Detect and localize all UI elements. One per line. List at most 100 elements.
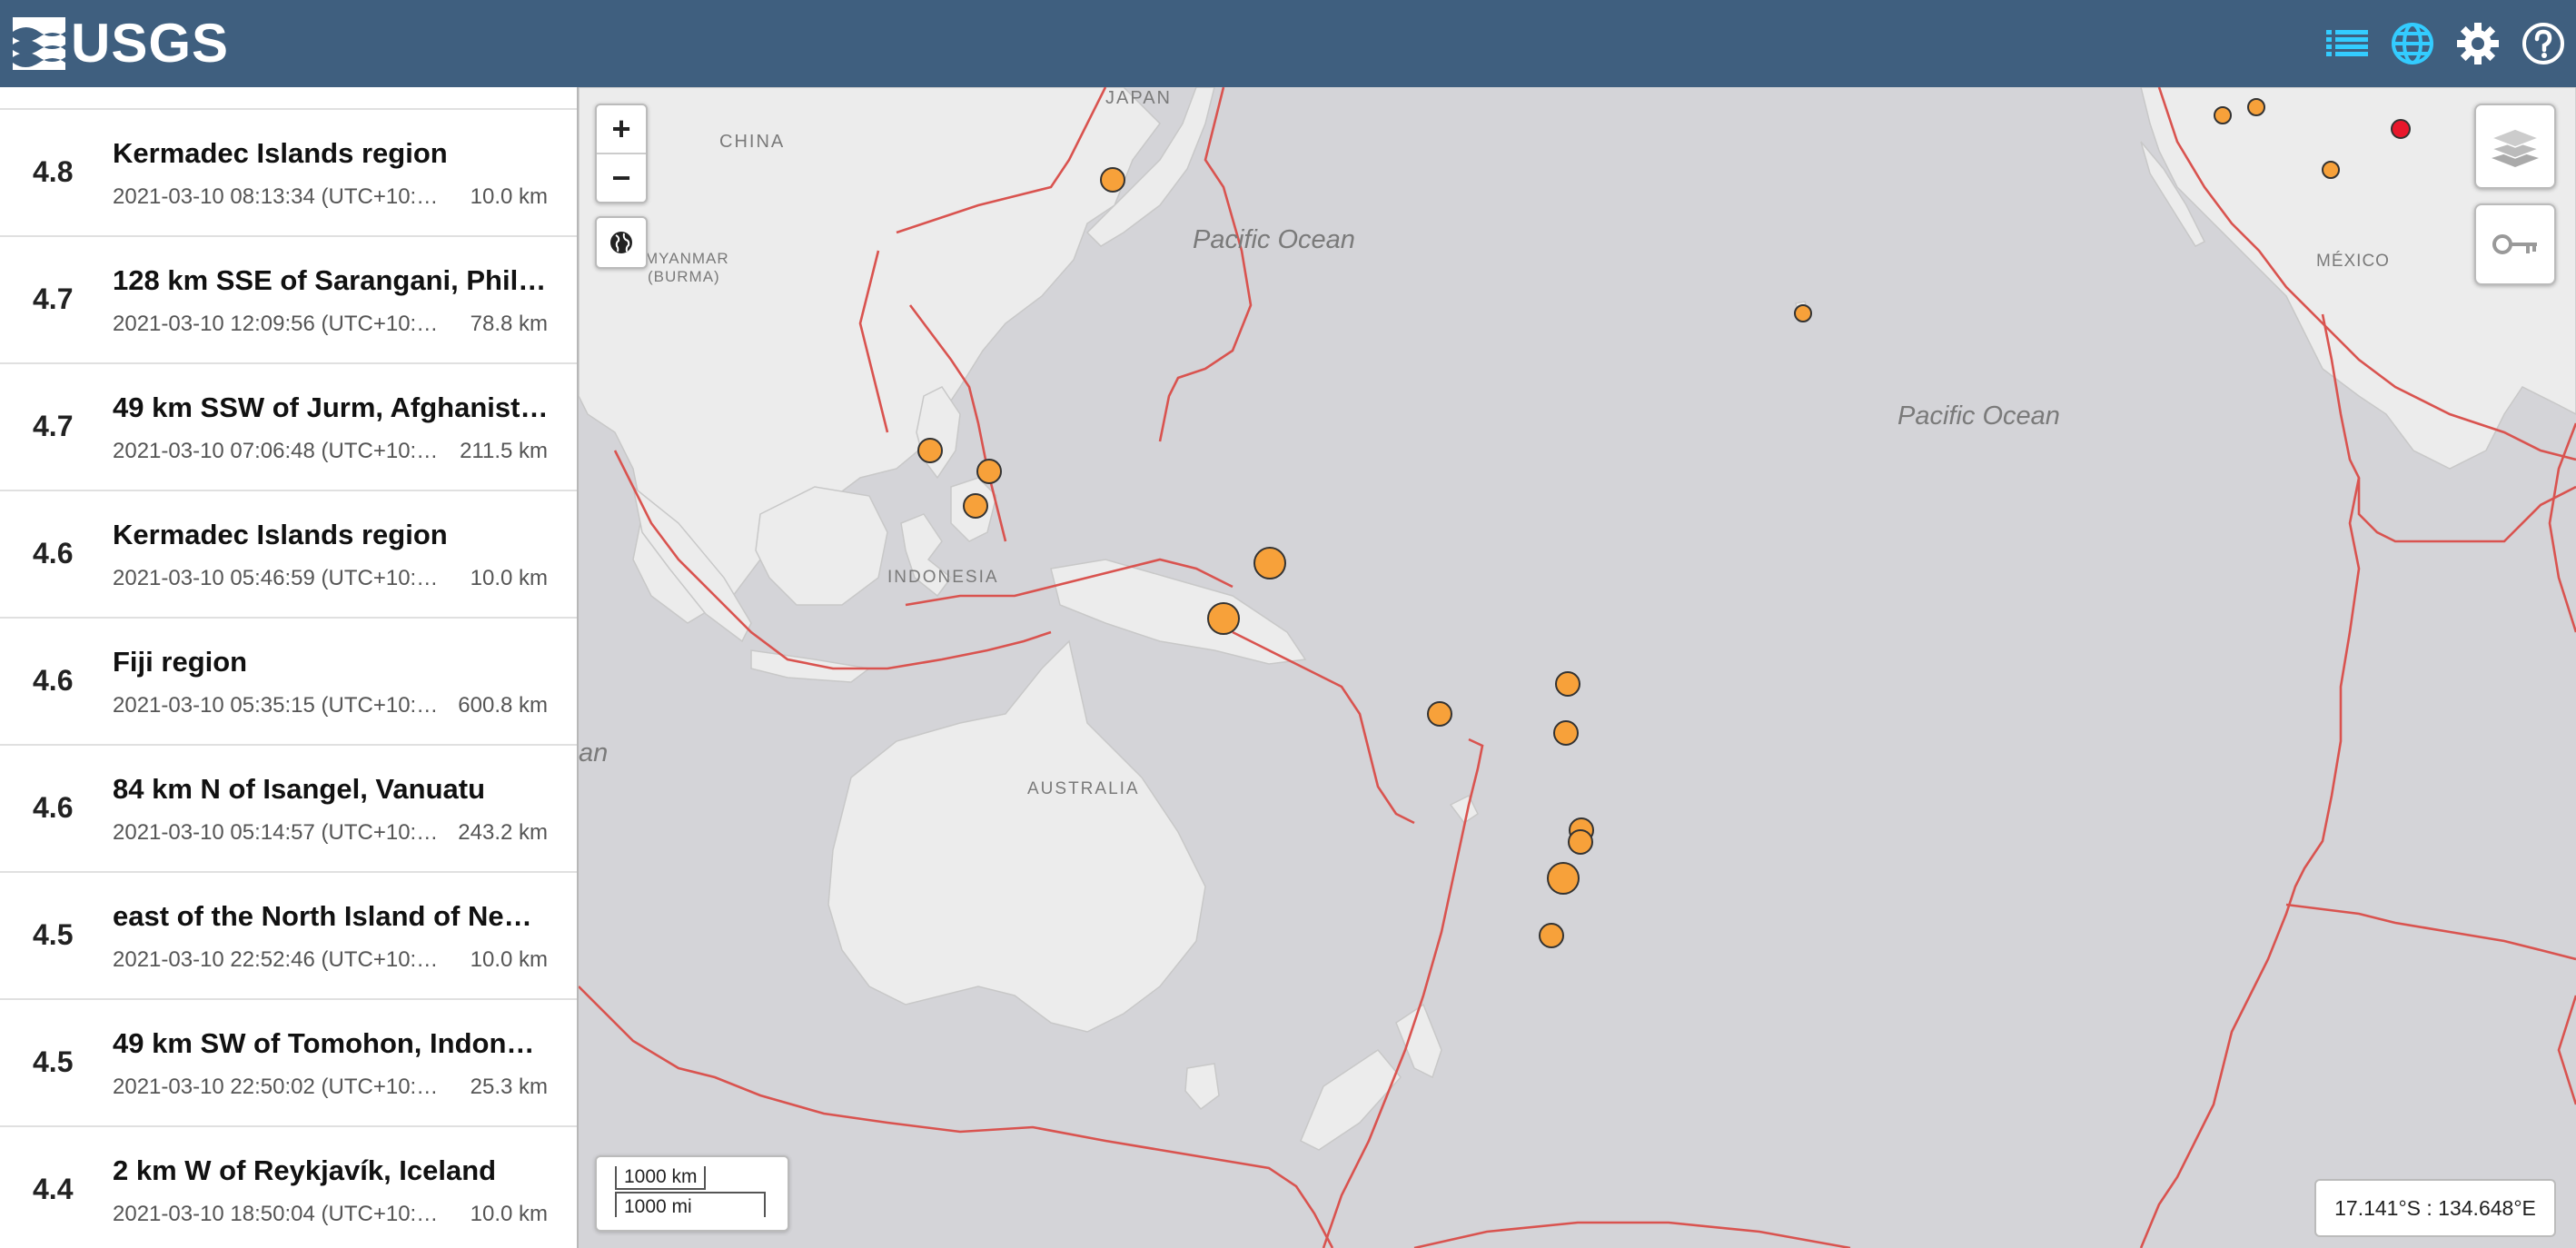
earthquake-marker[interactable] bbox=[2247, 98, 2265, 116]
label-mexico: MÉXICO bbox=[2316, 252, 2390, 271]
earthquake-magnitude: 4.6 bbox=[33, 664, 74, 697]
earthquake-magnitude: 4.6 bbox=[33, 537, 74, 570]
earthquake-marker[interactable] bbox=[1100, 167, 1125, 193]
layers-button[interactable] bbox=[2474, 104, 2556, 189]
earthquake-depth: 600.8 km bbox=[458, 693, 548, 718]
earthquake-marker[interactable] bbox=[1207, 602, 1240, 635]
earthquake-list-item[interactable]: 4.7 49 km SSW of Jurm, Afghanistan 2021-03… bbox=[0, 364, 577, 491]
earthquake-depth: 10.0 km bbox=[470, 947, 548, 972]
earthquake-time: 2021-03-10 18:50:04 (UTC+10:00) bbox=[113, 1202, 444, 1226]
earthquake-place: 2 km W of Reykjavík, Iceland bbox=[113, 1154, 497, 1186]
usgs-logo[interactable]: USGS bbox=[13, 13, 229, 74]
earthquake-time: 2021-03-10 08:13:34 (UTC+10:00) bbox=[113, 184, 444, 209]
header-bar: USGS bbox=[0, 0, 2576, 87]
earthquake-list[interactable]: 4.8 Kermadec Islands region 2021-03-10 08:… bbox=[0, 87, 579, 1248]
earthquake-magnitude: 4.7 bbox=[33, 282, 74, 315]
earthquake-depth: 10.0 km bbox=[470, 184, 548, 209]
earthquake-marker-recent[interactable] bbox=[2391, 119, 2411, 139]
label-ocean-partial: an bbox=[579, 738, 608, 768]
australia-land bbox=[827, 639, 1206, 1033]
zoom-control: + − bbox=[595, 104, 648, 203]
label-indonesia: INDONESIA bbox=[887, 568, 999, 587]
earthquake-place: Fiji region bbox=[113, 646, 248, 678]
tasmania-land bbox=[1184, 1063, 1220, 1111]
landmasses bbox=[579, 87, 2576, 1151]
earthquake-time: 2021-03-10 05:14:57 (UTC+10:00) bbox=[113, 820, 444, 845]
earthquake-marker[interactable] bbox=[1539, 923, 1564, 948]
earthquake-depth: 25.3 km bbox=[470, 1075, 548, 1099]
key-icon bbox=[2492, 234, 2537, 254]
earthquake-time: 2021-03-10 22:50:02 (UTC+10:00) bbox=[113, 1075, 444, 1099]
earthquake-depth: 78.8 km bbox=[470, 312, 548, 336]
earthquake-marker[interactable] bbox=[963, 493, 988, 519]
earthquake-marker[interactable] bbox=[1794, 304, 1812, 322]
scale-km: 1000 km bbox=[615, 1166, 706, 1190]
earthquake-list-item[interactable]: 4.7 128 km SSE of Sarangani, Philippines 2… bbox=[0, 237, 577, 364]
pacific-nazca-boundary bbox=[2285, 903, 2576, 961]
map-view[interactable]: CHINA JAPAN MYANMAR (BURMA) INDONESIA AU… bbox=[579, 87, 2576, 1248]
earthquake-list-item[interactable]: 4.4 2 km W of Reykjavík, Iceland 2021-03-1… bbox=[0, 1127, 577, 1248]
earthquake-place: Kermadec Islands region bbox=[113, 519, 448, 550]
gear-icon[interactable] bbox=[2445, 0, 2511, 87]
label-pacific-ocean-2: Pacific Ocean bbox=[1897, 401, 2060, 431]
earthquake-magnitude: 4.5 bbox=[33, 1045, 74, 1078]
earthquake-marker[interactable] bbox=[1253, 547, 1286, 579]
earthquake-magnitude: 4.4 bbox=[33, 1173, 74, 1205]
earthquake-place: east of the North Island of New Zealand bbox=[113, 900, 549, 932]
boundary-east-edge-2 bbox=[2557, 995, 2576, 1105]
earthquake-list-item[interactable]: 4.6 84 km N of Isangel, Vanuatu 2021-03-10… bbox=[0, 746, 577, 873]
earthquake-place: 49 km SW of Tomohon, Indonesia bbox=[113, 1027, 549, 1059]
earthquake-marker[interactable] bbox=[2214, 106, 2232, 124]
label-myanmar: MYANMAR bbox=[645, 250, 729, 267]
earthquake-marker[interactable] bbox=[1568, 829, 1593, 855]
earthquake-time: 2021-03-10 05:35:15 (UTC+10:00) bbox=[113, 693, 444, 718]
earthquake-magnitude: 4.8 bbox=[33, 155, 74, 188]
earthquake-marker[interactable] bbox=[976, 459, 1002, 484]
label-australia: AUSTRALIA bbox=[1027, 779, 1140, 798]
earthquake-marker[interactable] bbox=[1427, 701, 1452, 727]
earthquake-marker[interactable] bbox=[1555, 671, 1580, 697]
earthquake-depth: 211.5 km bbox=[460, 439, 548, 463]
label-china: CHINA bbox=[719, 132, 785, 152]
list-icon[interactable] bbox=[2314, 0, 2380, 87]
scale-mi: 1000 mi bbox=[615, 1192, 766, 1217]
earthquake-marker[interactable] bbox=[917, 438, 943, 463]
earthquake-time: 2021-03-10 07:06:48 (UTC+10:00) bbox=[113, 439, 444, 463]
label-pacific-ocean-1: Pacific Ocean bbox=[1193, 225, 1355, 254]
cursor-coordinates: 17.141°S : 134.648°E bbox=[2314, 1179, 2556, 1237]
basemap: CHINA JAPAN MYANMAR (BURMA) INDONESIA AU… bbox=[579, 87, 2576, 1248]
nz-north-island bbox=[1395, 1003, 1442, 1079]
earthquake-marker[interactable] bbox=[1547, 862, 1580, 895]
earthquake-place: 128 km SSE of Sarangani, Philippines bbox=[113, 264, 549, 296]
world-view-button[interactable] bbox=[595, 216, 648, 269]
java-land bbox=[750, 649, 871, 683]
earthquake-time: 2021-03-10 12:09:56 (UTC+10:00) bbox=[113, 312, 444, 336]
label-japan: JAPAN bbox=[1105, 88, 1172, 108]
layers-icon bbox=[2490, 128, 2541, 167]
earthquake-list-item[interactable]: 4.5 east of the North Island of New Zeala… bbox=[0, 873, 577, 1000]
earthquake-time: 2021-03-10 05:46:59 (UTC+10:00) bbox=[113, 566, 444, 590]
logo-text: USGS bbox=[71, 13, 230, 74]
earthquake-list-item[interactable]: 4.5 49 km SW of Tomohon, Indonesia 2021-03… bbox=[0, 1000, 577, 1127]
earthquake-list-item[interactable]: 4.8 Kermadec Islands region 2021-03-10 08:… bbox=[0, 110, 577, 237]
earthquake-marker[interactable] bbox=[1553, 720, 1579, 746]
help-icon[interactable] bbox=[2511, 0, 2576, 87]
earthquake-magnitude: 4.7 bbox=[33, 410, 74, 442]
vanuatu-land bbox=[1449, 794, 1479, 825]
earthquake-list-item[interactable]: 4.6 Kermadec Islands region 2021-03-10 05:… bbox=[0, 491, 577, 619]
zoom-in-button[interactable]: + bbox=[597, 105, 646, 154]
list-item-partial bbox=[0, 87, 577, 110]
earthquake-marker[interactable] bbox=[2322, 161, 2340, 179]
earthquake-depth: 10.0 km bbox=[470, 1202, 548, 1226]
earthquake-list-item[interactable]: 4.6 Fiji region 2021-03-10 05:35:15 (UTC+1… bbox=[0, 619, 577, 746]
globe-icon[interactable] bbox=[2380, 0, 2445, 87]
earthquake-depth: 243.2 km bbox=[458, 820, 548, 845]
earthquake-magnitude: 4.5 bbox=[33, 918, 74, 951]
legend-button[interactable] bbox=[2474, 203, 2556, 285]
globe-small-icon bbox=[610, 232, 632, 253]
zoom-out-button[interactable]: − bbox=[597, 154, 646, 202]
earthquake-time: 2021-03-10 22:52:46 (UTC+10:00) bbox=[113, 947, 444, 972]
scale-bar: 1000 km 1000 mi bbox=[595, 1155, 789, 1232]
earthquake-place: Kermadec Islands region bbox=[113, 137, 448, 169]
east-pacific-rise bbox=[2139, 477, 2361, 1248]
